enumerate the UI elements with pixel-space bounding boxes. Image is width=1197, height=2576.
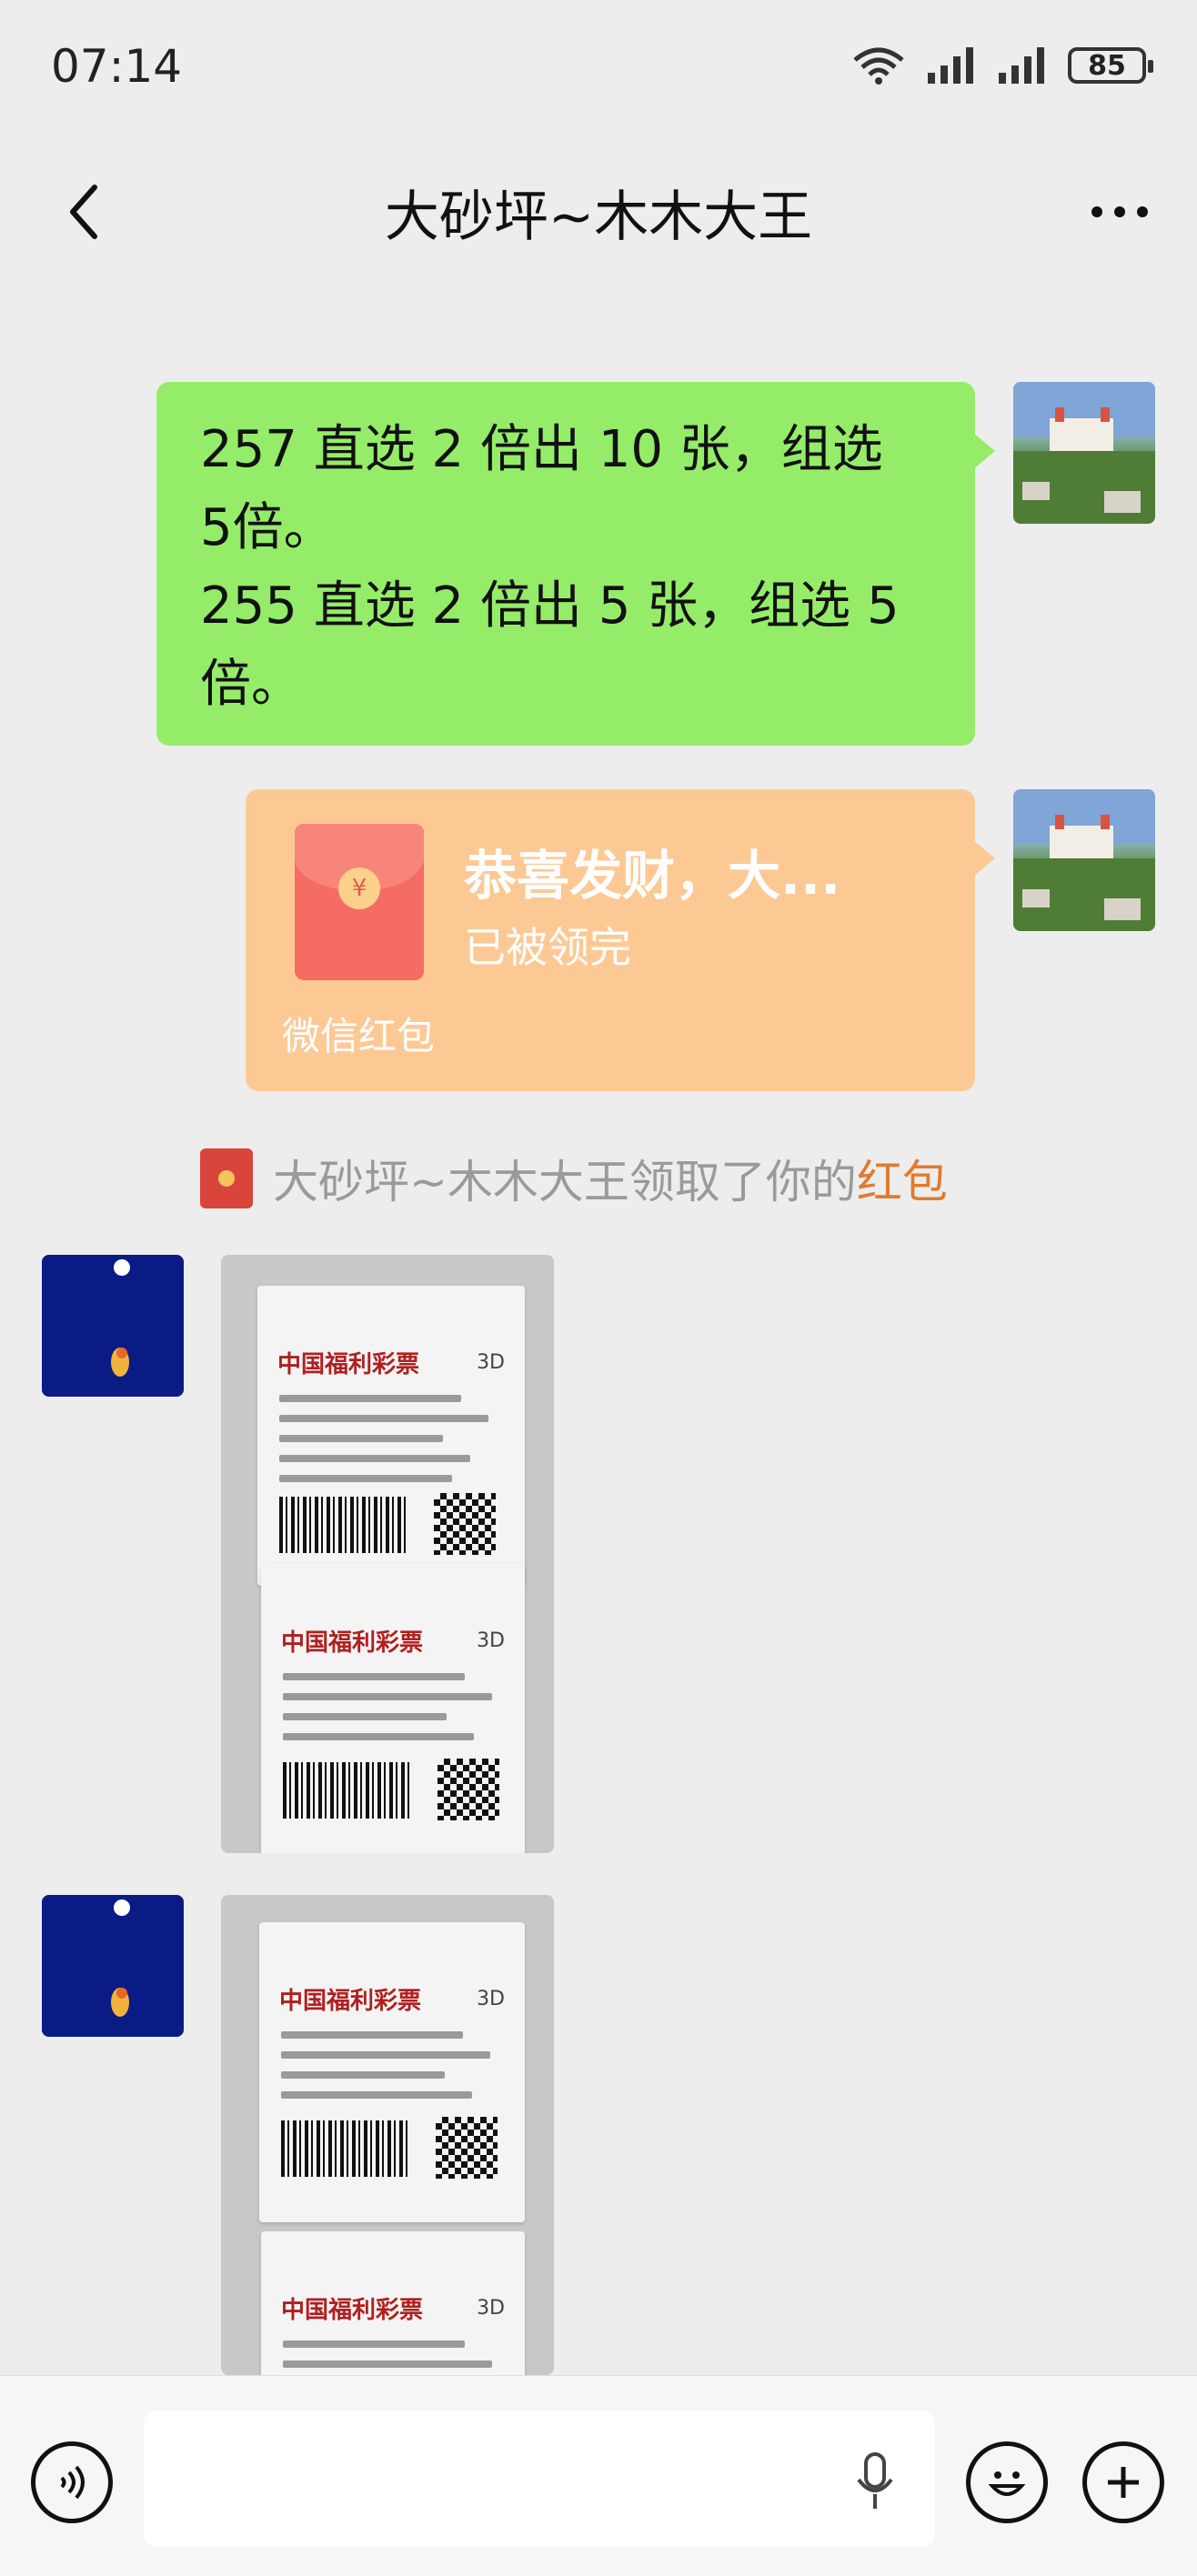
input-bar	[0, 2375, 1197, 2576]
my-avatar-2[interactable]	[1013, 789, 1155, 931]
system-notice-text: 大砂坪~木木大王领取了你的	[273, 1156, 857, 1208]
my-avatar[interactable]	[1013, 382, 1155, 524]
receipt-brand: 中国福利彩票	[277, 1351, 420, 1378]
status-bar: 07:14 85	[0, 0, 1197, 136]
signal-icon	[928, 47, 973, 84]
chat-header: 大砂坪~木木大王	[0, 136, 1197, 282]
wifi-icon	[853, 47, 904, 85]
receipt-game: 3D	[477, 1351, 505, 1374]
receipt-game: 3D	[477, 1629, 505, 1652]
castle-image	[1013, 382, 1155, 524]
microphone-icon[interactable]	[850, 2451, 900, 2514]
more-options-icon[interactable]	[1079, 171, 1161, 253]
lottery-receipt: 中国福利彩票 3D	[261, 2231, 525, 2375]
photo-message[interactable]: 中国福利彩票 3D 中国福利彩票 3D	[221, 1255, 554, 1853]
message-line: 257 直选 2 倍出 10 张，组选	[200, 420, 883, 479]
emoji-icon[interactable]	[966, 2441, 1048, 2523]
receipt-game: 3D	[477, 2297, 505, 2320]
sent-text-bubble[interactable]: 257 直选 2 倍出 10 张，组选 5倍。 255 直选 2 倍出 5 张，…	[156, 382, 995, 746]
chat-title: 大砂坪~木木大王	[384, 185, 813, 249]
receipt-game: 3D	[477, 1988, 505, 2010]
red-packet-title: 恭喜发财，大...	[464, 845, 841, 907]
message-line: 倍。	[200, 655, 302, 714]
night-avatar-image	[42, 1895, 184, 2037]
night-avatar-image	[42, 1255, 184, 1397]
red-packet-link[interactable]: 红包	[857, 1146, 948, 1211]
castle-image	[1013, 789, 1155, 931]
status-time: 07:14	[51, 40, 183, 93]
receipt-brand: 中国福利彩票	[281, 1629, 424, 1657]
lottery-receipt: 中国福利彩票 3D	[257, 1286, 525, 1586]
signal-icon-2	[999, 47, 1044, 84]
receipt-brand: 中国福利彩票	[281, 2297, 424, 2324]
message-input[interactable]	[144, 2411, 935, 2547]
system-notice: 大砂坪~木木大王领取了你的 红包	[200, 1142, 1019, 1215]
message-line: 255 直选 2 倍出 5 张，组选 5	[200, 576, 900, 636]
voice-mode-icon[interactable]	[31, 2441, 113, 2523]
contact-avatar[interactable]	[42, 1255, 184, 1397]
lottery-receipt: 中国福利彩票 3D	[261, 1564, 525, 1853]
red-packet-icon: ¥	[295, 824, 424, 980]
message-line: 5倍。	[200, 498, 335, 557]
photo-message-2[interactable]: 中国福利彩票 3D 中国福利彩票 3D	[221, 1895, 554, 2375]
battery-indicator: 85	[1068, 47, 1153, 84]
receipt-brand: 中国福利彩票	[279, 1988, 422, 2015]
red-packet-card[interactable]: ¥ 恭喜发财，大... 已被领完 微信红包	[246, 789, 995, 1091]
lottery-receipt: 中国福利彩票 3D	[259, 1922, 525, 2222]
red-packet-status: 已被领完	[464, 923, 631, 972]
status-icons: 85	[851, 45, 1153, 85]
add-more-icon[interactable]	[1082, 2441, 1164, 2523]
red-packet-label: 微信红包	[282, 1014, 436, 1058]
red-packet-small-icon	[200, 1148, 253, 1208]
contact-avatar-2[interactable]	[42, 1895, 184, 2037]
